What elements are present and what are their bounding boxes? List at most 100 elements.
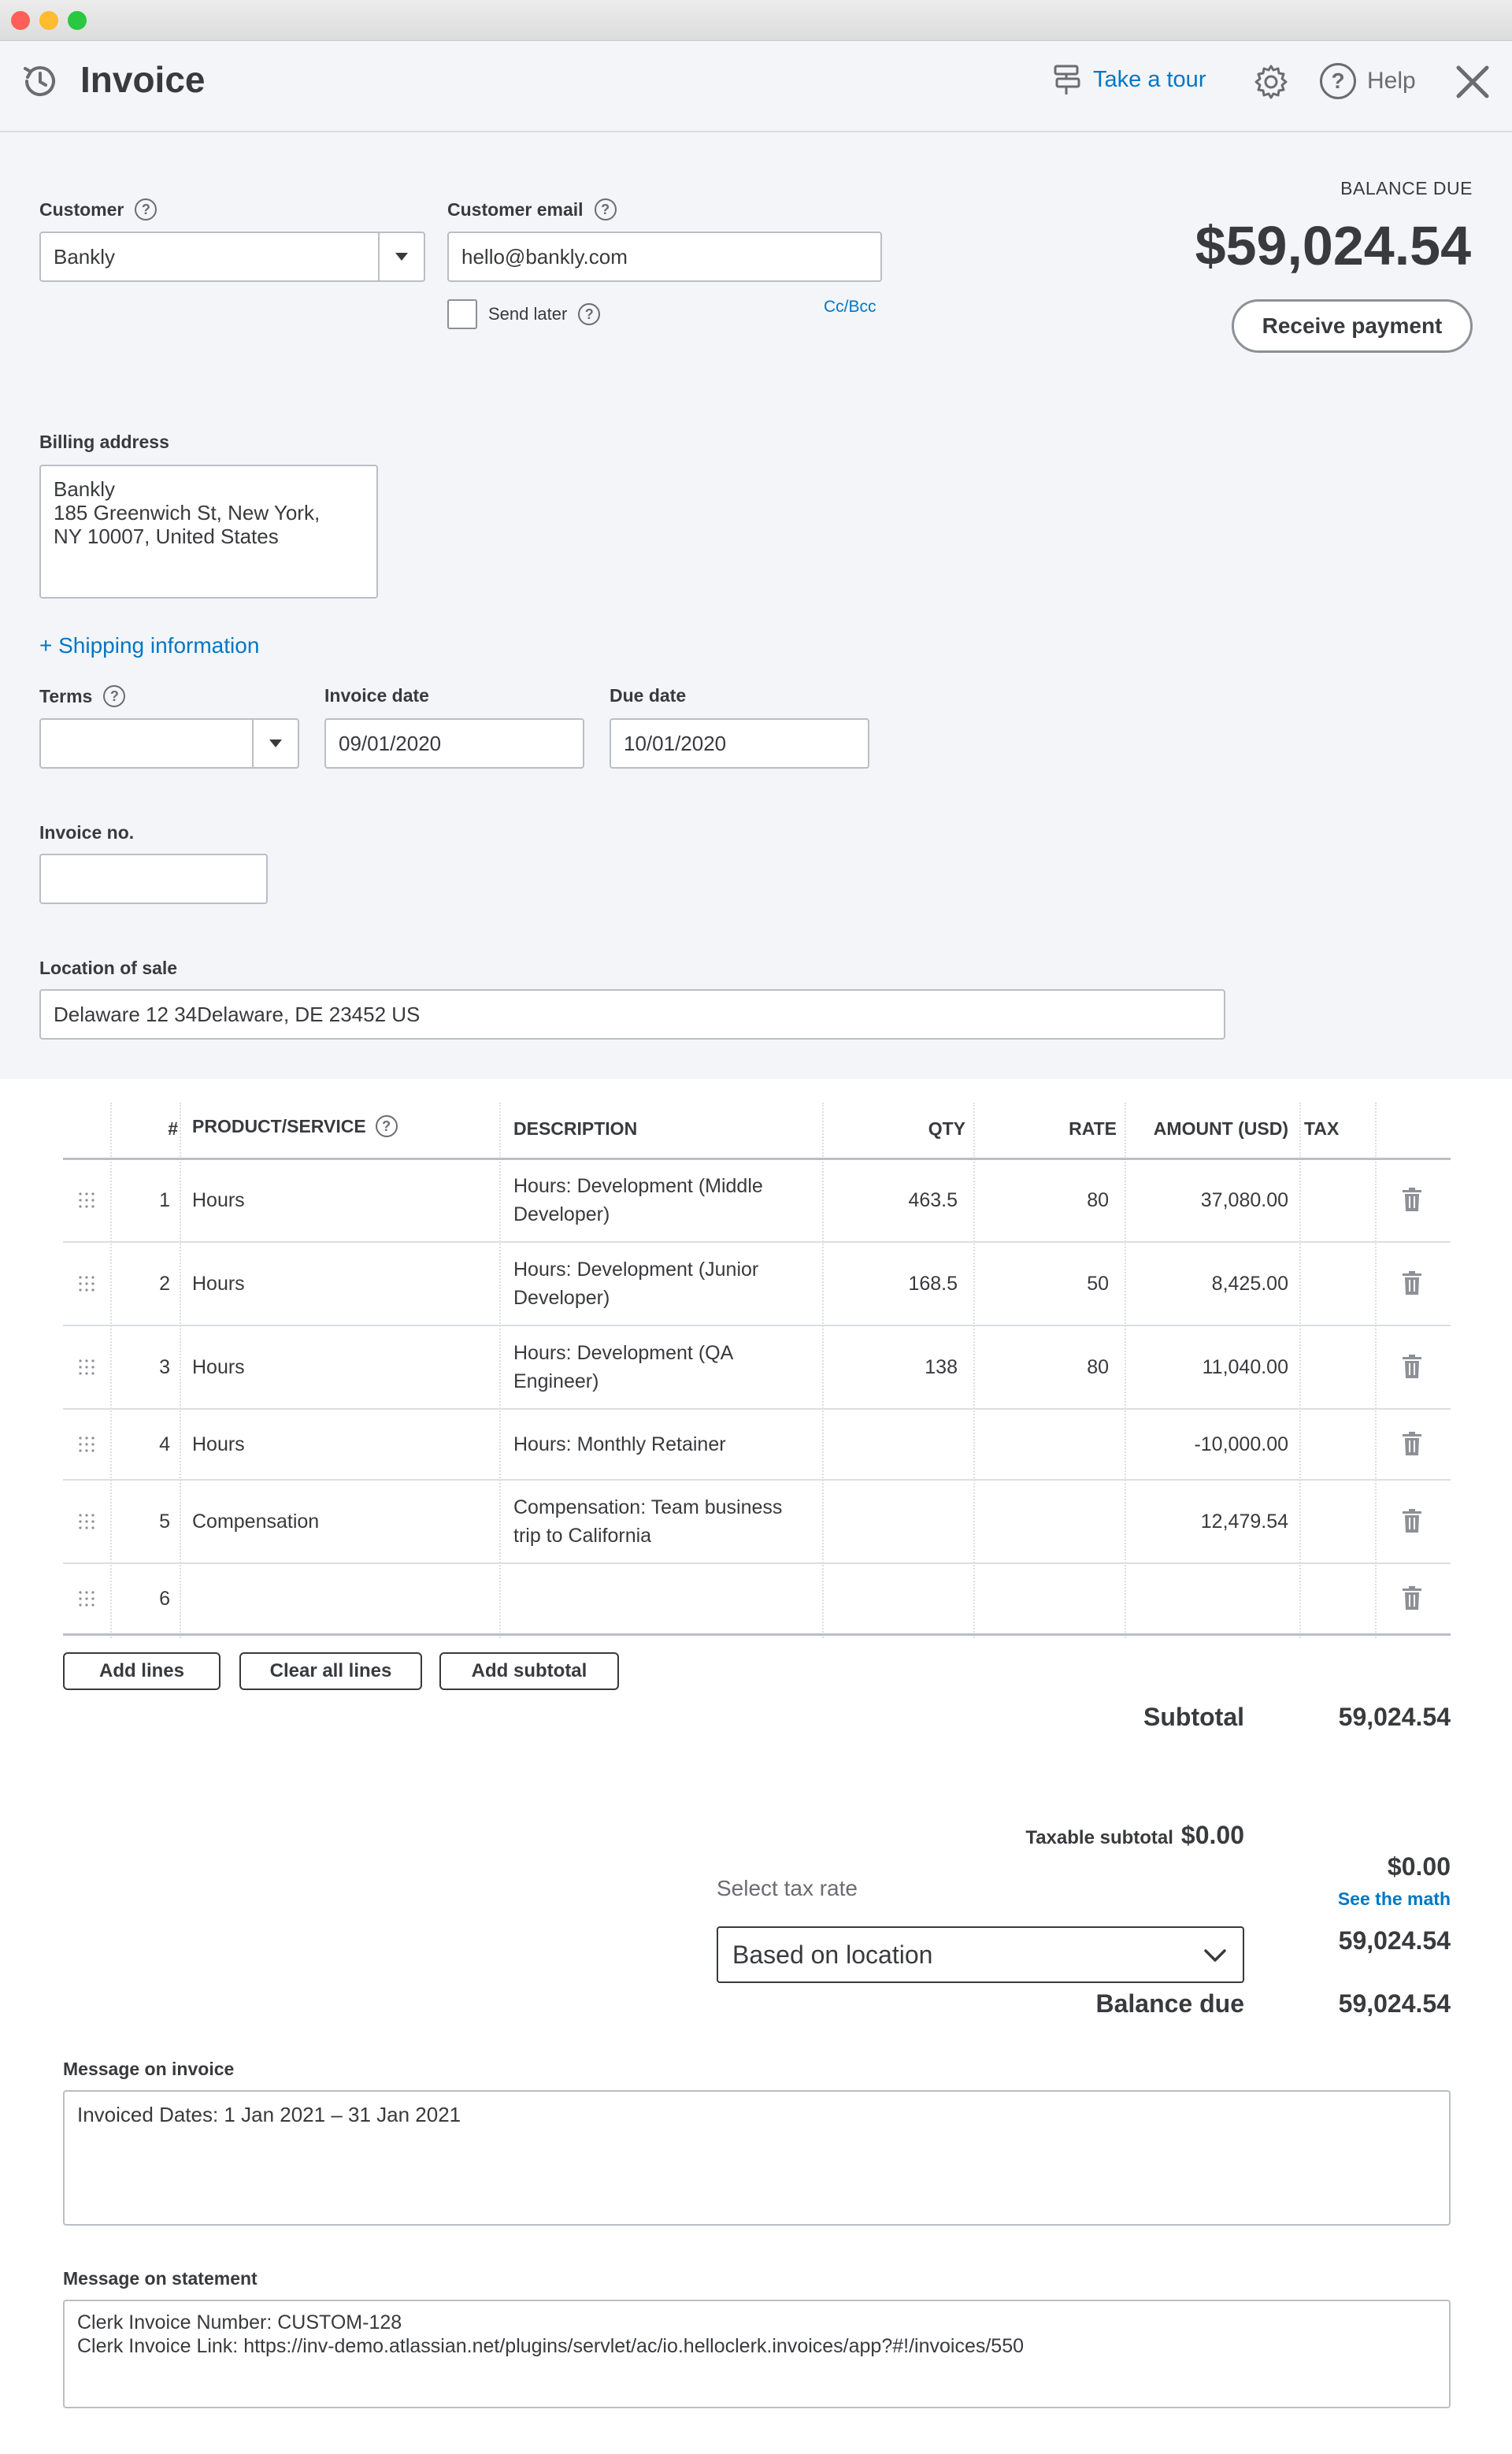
cc-bcc-link[interactable]: Cc/Bcc — [824, 298, 876, 317]
col-header-amount: AMOUNT (USD) — [1153, 1118, 1288, 1139]
add-subtotal-button[interactable]: Add subtotal — [439, 1652, 619, 1690]
gear-icon[interactable] — [1252, 63, 1290, 101]
terms-dropdown-toggle[interactable] — [252, 720, 298, 767]
row-description-line1[interactable]: Hours: Development (Junior — [513, 1259, 758, 1281]
shipping-information-link[interactable]: + Shipping information — [39, 633, 259, 658]
message-on-invoice-label: Message on invoice — [63, 2059, 235, 2079]
row-product[interactable]: Hours — [192, 1273, 245, 1296]
signpost-icon — [1054, 65, 1080, 95]
table-row[interactable]: 2 Hours Hours: Development (Junior Devel… — [63, 1243, 1451, 1325]
clear-all-lines-button[interactable]: Clear all lines — [239, 1652, 422, 1690]
row-description-line1[interactable]: Hours: Development (Middle — [513, 1175, 763, 1198]
trash-icon[interactable] — [1402, 1188, 1422, 1211]
trash-icon[interactable] — [1402, 1432, 1422, 1455]
row-description-line2[interactable]: Developer) — [513, 1287, 610, 1310]
row-amount[interactable]: 37,080.00 — [1126, 1189, 1288, 1212]
help-icon[interactable]: ? — [375, 1115, 398, 1137]
row-amount[interactable]: -10,000.00 — [1126, 1433, 1288, 1456]
terms-label: Terms — [39, 685, 93, 706]
col-header-product: PRODUCT/SERVICE — [192, 1115, 366, 1136]
close-window-button[interactable] — [11, 11, 30, 30]
email-label-group: Customer email ? — [447, 198, 617, 221]
receive-payment-button[interactable]: Receive payment — [1232, 299, 1473, 353]
drag-handle-icon[interactable] — [77, 1589, 98, 1610]
drag-handle-icon[interactable] — [77, 1358, 98, 1378]
row-product[interactable]: Hours — [192, 1189, 245, 1212]
row-number: 5 — [159, 1511, 170, 1533]
zoom-window-button[interactable] — [68, 11, 87, 30]
minimize-window-button[interactable] — [39, 11, 58, 30]
tax-rate-value: Based on location — [732, 1940, 933, 1969]
location-of-sale-value: Delaware 12 34Delaware, DE 23452 US — [54, 1002, 421, 1026]
invoice-date-input[interactable]: 09/01/2020 — [324, 718, 584, 769]
trash-icon[interactable] — [1402, 1509, 1422, 1533]
row-description-line1[interactable]: Hours: Monthly Retainer — [513, 1433, 726, 1456]
help-icon[interactable]: ? — [135, 198, 158, 221]
tax-rate-select[interactable]: Based on location — [717, 1926, 1244, 1983]
row-description-line1[interactable]: Compensation: Team business — [513, 1496, 782, 1519]
row-product[interactable]: Hours — [192, 1356, 245, 1379]
row-product[interactable]: Compensation — [192, 1511, 319, 1533]
row-amount[interactable]: 11,040.00 — [1126, 1356, 1288, 1379]
add-lines-button[interactable]: Add lines — [63, 1652, 220, 1690]
row-number: 6 — [159, 1588, 170, 1610]
due-date-label: Due date — [610, 685, 687, 706]
row-qty[interactable]: 463.5 — [824, 1189, 958, 1212]
customer-select[interactable]: Bankly — [39, 232, 425, 282]
recent-history-icon[interactable] — [19, 60, 61, 102]
invoice-header: Invoice Take a tour ? Help — [0, 41, 1512, 132]
see-the-math-link[interactable]: See the math — [1260, 1889, 1451, 1910]
row-description-line1[interactable]: Hours: Development (QA — [513, 1342, 733, 1365]
col-header-product-group: PRODUCT/SERVICE ? — [192, 1115, 398, 1137]
trash-icon[interactable] — [1402, 1586, 1422, 1610]
tax-amount: $0.00 — [1387, 1852, 1451, 1881]
location-of-sale-input[interactable]: Delaware 12 34Delaware, DE 23452 US — [39, 989, 1225, 1040]
help-button[interactable]: ? Help — [1320, 63, 1416, 99]
row-number: 2 — [159, 1273, 170, 1295]
customer-email-input[interactable]: hello@bankly.com — [447, 232, 882, 282]
invoice-date-value: 09/01/2020 — [339, 731, 442, 755]
row-amount[interactable]: 12,479.54 — [1126, 1511, 1288, 1533]
invoice-no-input[interactable] — [39, 854, 268, 904]
row-rate[interactable]: 50 — [975, 1273, 1109, 1296]
row-description-line2[interactable]: trip to California — [513, 1525, 651, 1548]
balance-due-total-value: 59,024.54 — [1338, 1989, 1451, 2018]
message-on-invoice-textarea[interactable]: Invoiced Dates: 1 Jan 2021 – 31 Jan 2021 — [63, 2090, 1451, 2226]
trash-icon[interactable] — [1402, 1355, 1422, 1378]
table-bottom-divider — [63, 1633, 1451, 1636]
help-icon[interactable]: ? — [594, 198, 617, 221]
message-on-statement-textarea[interactable]: Clerk Invoice Number: CUSTOM-128 Clerk I… — [63, 2300, 1451, 2408]
billing-address-textarea[interactable]: Bankly 185 Greenwich St, New York, NY 10… — [39, 465, 378, 599]
table-row[interactable]: 6 — [63, 1564, 1451, 1633]
customer-label: Customer — [39, 198, 124, 220]
row-description-line2[interactable]: Developer) — [513, 1203, 610, 1226]
row-amount[interactable]: 8,425.00 — [1126, 1273, 1288, 1296]
row-qty[interactable]: 168.5 — [824, 1273, 958, 1296]
close-icon[interactable] — [1454, 63, 1492, 101]
customer-dropdown-toggle[interactable] — [378, 233, 424, 280]
due-date-input[interactable]: 10/01/2020 — [610, 718, 869, 769]
drag-handle-icon[interactable] — [77, 1191, 98, 1211]
row-rate[interactable]: 80 — [975, 1189, 1109, 1212]
table-row[interactable]: 5 Compensation Compensation: Team busine… — [63, 1481, 1451, 1562]
col-header-tax: TAX — [1304, 1118, 1340, 1139]
help-icon[interactable]: ? — [103, 685, 126, 707]
row-number: 1 — [159, 1189, 170, 1211]
table-row[interactable]: 4 Hours Hours: Monthly Retainer -10,000.… — [63, 1410, 1451, 1479]
row-rate[interactable]: 80 — [975, 1356, 1109, 1379]
row-qty[interactable]: 138 — [824, 1356, 958, 1379]
send-later-checkbox[interactable] — [447, 299, 477, 329]
drag-handle-icon[interactable] — [77, 1512, 98, 1533]
row-description-line2[interactable]: Engineer) — [513, 1370, 598, 1393]
drag-handle-icon[interactable] — [77, 1435, 98, 1455]
help-icon[interactable]: ? — [578, 303, 601, 325]
row-product[interactable]: Hours — [192, 1433, 245, 1456]
take-tour-link[interactable]: Take a tour — [1049, 61, 1206, 98]
terms-select[interactable] — [39, 718, 299, 769]
trash-icon[interactable] — [1402, 1271, 1422, 1295]
drag-handle-icon[interactable] — [77, 1274, 98, 1295]
col-header-description: DESCRIPTION — [513, 1118, 638, 1139]
subtotal-label: Subtotal — [1143, 1703, 1244, 1731]
table-row[interactable]: 3 Hours Hours: Development (QA Engineer)… — [63, 1326, 1451, 1408]
table-row[interactable]: 1 Hours Hours: Development (Middle Devel… — [63, 1159, 1451, 1241]
